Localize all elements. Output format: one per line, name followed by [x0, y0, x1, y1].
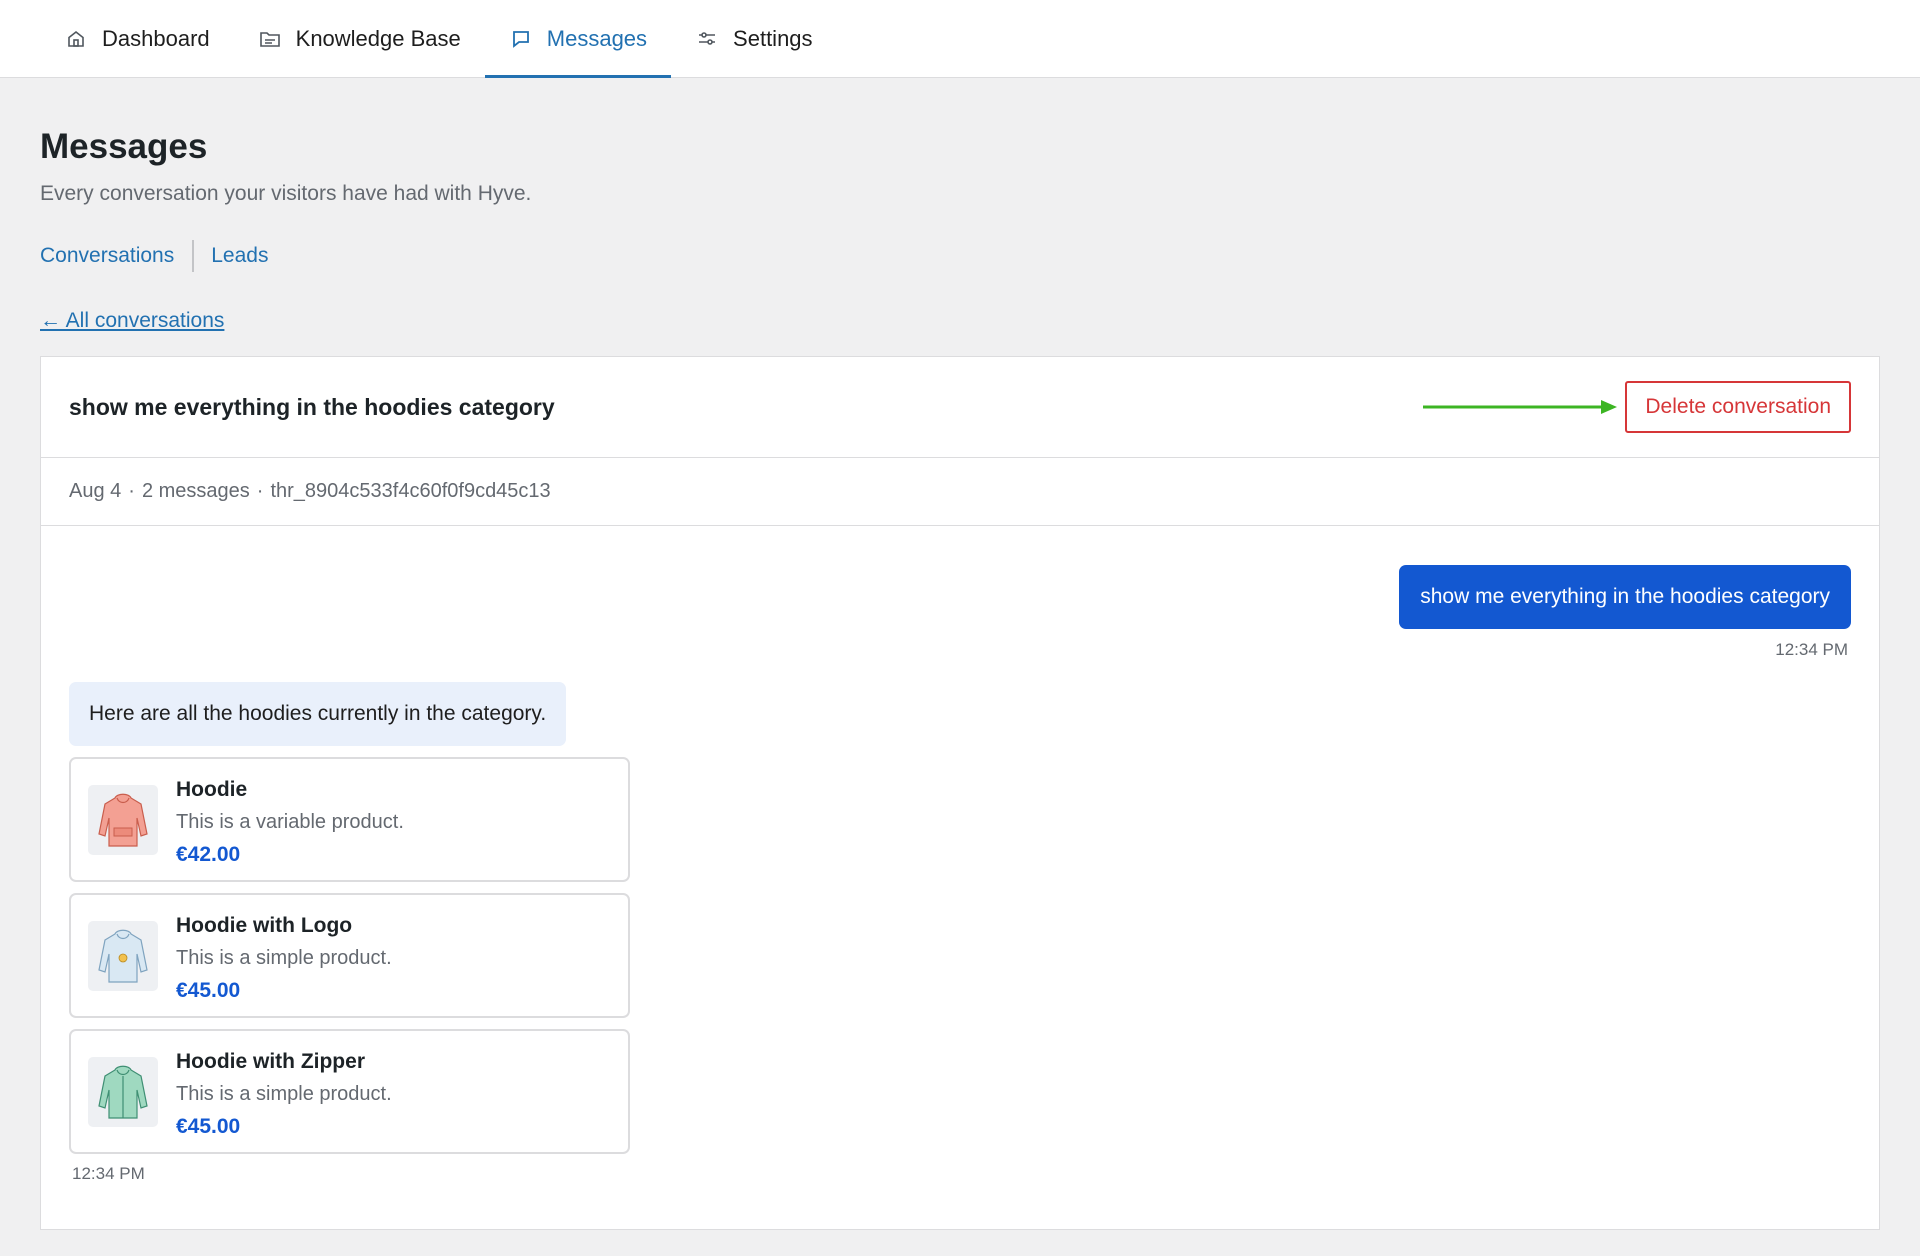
meta-thread-id: thr_8904c533f4c60f0f9cd45c13 — [270, 480, 551, 502]
conversation-title: show me everything in the hoodies catego… — [69, 393, 555, 420]
product-name: Hoodie with Logo — [176, 914, 353, 937]
product-name: Hoodie — [176, 778, 248, 801]
meta-separator: · — [128, 480, 135, 502]
tab-label: Messages — [546, 25, 648, 51]
user-message-bubble: show me everything in the hoodies catego… — [1399, 565, 1851, 629]
bot-message-time: 12:34 PM — [72, 1164, 145, 1183]
product-name: Hoodie with Zipper — [176, 1050, 365, 1073]
all-conversations-link[interactable]: ← All conversations — [40, 309, 224, 332]
header-actions: Delete conversation — [1421, 381, 1851, 433]
subnav-leads-link[interactable]: Leads — [211, 244, 268, 268]
product-image — [88, 785, 158, 855]
product-description: This is a variable product. — [176, 811, 404, 833]
message-icon — [509, 27, 533, 51]
page-subtitle: Every conversation your visitors have ha… — [40, 182, 532, 205]
tab-dashboard[interactable]: Dashboard — [40, 0, 234, 77]
product-info: Hoodie with Zipper This is a simple prod… — [176, 1050, 392, 1139]
blue-logo-hoodie-icon — [98, 929, 148, 983]
folder-icon — [258, 27, 282, 51]
green-zip-hoodie-icon — [98, 1065, 148, 1119]
sub-nav: Conversations Leads — [40, 240, 1880, 272]
bot-message: Here are all the hoodies currently in th… — [69, 682, 630, 1184]
home-icon — [64, 27, 88, 51]
subnav-divider — [192, 240, 195, 272]
user-message-time: 12:34 PM — [1775, 640, 1848, 659]
product-description: This is a simple product. — [176, 1083, 392, 1105]
meta-date: Aug 4 — [69, 480, 122, 502]
product-image — [88, 921, 158, 991]
tab-label: Knowledge Base — [295, 25, 461, 51]
delete-conversation-button[interactable]: Delete conversation — [1625, 381, 1851, 433]
message-thread: show me everything in the hoodies catego… — [41, 526, 1879, 1184]
product-price: €45.00 — [176, 1115, 241, 1138]
sliders-icon — [695, 27, 719, 51]
tab-knowledge-base[interactable]: Knowledge Base — [234, 0, 485, 77]
product-card[interactable]: Hoodie with Zipper This is a simple prod… — [69, 1029, 630, 1154]
conversation-card: show me everything in the hoodies catego… — [40, 356, 1880, 1230]
meta-separator: · — [256, 480, 264, 502]
tab-settings[interactable]: Settings — [671, 0, 837, 77]
tab-label: Dashboard — [102, 25, 210, 51]
pink-hoodie-icon — [98, 793, 148, 847]
product-info: Hoodie with Logo This is a simple produc… — [176, 914, 392, 1003]
subnav-conversations-link[interactable]: Conversations — [40, 244, 174, 268]
product-card[interactable]: Hoodie with Logo This is a simple produc… — [69, 893, 630, 1018]
top-nav: Dashboard Knowledge Base Messages Settin… — [0, 0, 1920, 78]
tab-label: Settings — [733, 25, 813, 51]
product-info: Hoodie This is a variable product. €42.0… — [176, 778, 404, 867]
product-price: €42.00 — [176, 843, 241, 866]
page-content: Messages Every conversation your visitor… — [0, 78, 1920, 1230]
conversation-meta: Aug 4 · 2 messages · thr_8904c533f4c60f0… — [41, 458, 1879, 526]
product-image — [88, 1057, 158, 1127]
tab-messages[interactable]: Messages — [484, 0, 672, 78]
product-description: This is a simple product. — [176, 947, 392, 969]
product-price: €45.00 — [176, 979, 241, 1002]
conversation-header: show me everything in the hoodies catego… — [41, 357, 1879, 458]
product-card[interactable]: Hoodie This is a variable product. €42.0… — [69, 757, 630, 882]
meta-message-count: 2 messages — [141, 480, 250, 502]
bot-message-bubble: Here are all the hoodies currently in th… — [69, 682, 567, 746]
annotation-arrow-icon — [1423, 400, 1618, 414]
page-title: Messages — [40, 127, 208, 166]
user-message: show me everything in the hoodies catego… — [69, 565, 1851, 660]
back-row: ← All conversations — [40, 309, 1880, 333]
